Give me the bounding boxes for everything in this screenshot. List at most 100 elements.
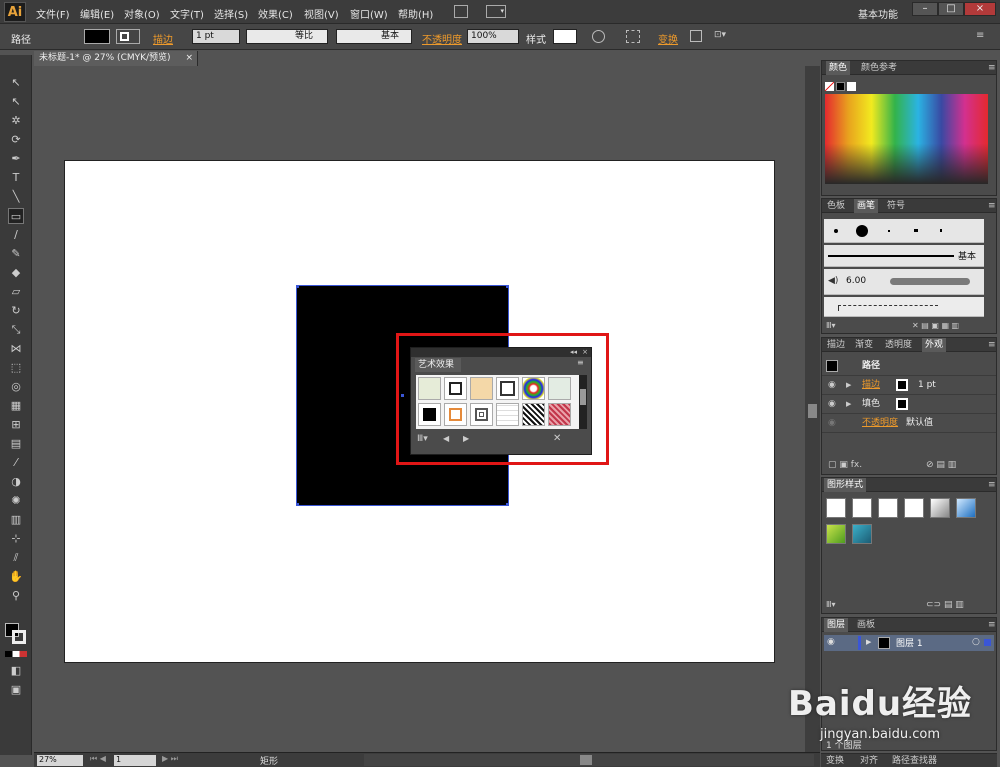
column-graph-icon[interactable]: ▥ <box>8 512 24 528</box>
next-library-icon[interactable]: ▶ <box>463 434 469 443</box>
maximize-button[interactable]: □ <box>938 2 964 16</box>
pencil-icon[interactable]: ✎ <box>8 246 24 262</box>
brush-library-icon[interactable]: Ⅲ▾ <box>826 321 836 330</box>
shape-builder-icon[interactable]: ◎ <box>8 379 24 395</box>
expand-triangle-icon[interactable]: ▶ <box>866 638 871 646</box>
type-tool-icon[interactable]: T <box>8 170 24 186</box>
layer-target-icon[interactable]: ○ <box>972 637 980 647</box>
appearance-opacity-row[interactable]: ◉ 不透明度 默认值 <box>822 414 996 433</box>
rotate-tool-icon[interactable]: ↻ <box>8 303 24 319</box>
stroke-color-box[interactable] <box>12 630 26 644</box>
variable-width-profile[interactable]: 等比 <box>246 29 328 44</box>
document-tab[interactable]: 未标题-1* @ 27% (CMYK/预览) × <box>34 51 198 66</box>
scale-tool-icon[interactable]: ⤡ <box>8 322 24 338</box>
graphic-style-swatch[interactable] <box>930 498 950 518</box>
art-effects-tab[interactable]: 艺术效果 <box>415 358 461 372</box>
horizontal-scrollbar[interactable] <box>364 754 814 766</box>
line-tool-icon[interactable]: ╲ <box>8 189 24 205</box>
appearance-fill-row[interactable]: ◉ ▶ 填色 <box>822 395 996 414</box>
brush-definition[interactable]: 基本 <box>336 29 412 44</box>
pen-tool-icon[interactable]: ✒ <box>8 151 24 167</box>
graphic-style-swatch[interactable] <box>956 498 976 518</box>
panel-menu-icon[interactable]: ≡ <box>577 358 584 367</box>
options-icon[interactable]: ⊡▾ <box>714 30 730 42</box>
opacity-label-link[interactable]: 不透明度 <box>422 31 462 46</box>
screen-mode-icon[interactable]: ▣ <box>8 682 24 698</box>
tab-color-guide[interactable]: 颜色参考 <box>858 61 900 75</box>
graphic-style-library-icon[interactable]: Ⅲ▾ <box>826 600 836 609</box>
artboard-tool-icon[interactable]: ⊹ <box>8 531 24 547</box>
stroke-label-link[interactable]: 描边 <box>153 31 173 46</box>
art-brush-row[interactable]: ◀) 6.00 <box>824 269 984 295</box>
vertical-scroll-thumb[interactable] <box>808 404 817 418</box>
layer-row[interactable]: ◉ ▶ 图层 1 ○ <box>824 635 994 651</box>
appearance-stroke-swatch[interactable] <box>896 379 908 391</box>
direct-selection-tool-icon[interactable]: ↖ <box>8 94 24 110</box>
visibility-eye-icon[interactable]: ◉ <box>828 414 836 433</box>
control-panel-menu-icon[interactable]: ≡ <box>976 30 984 41</box>
drawing-mode-icon[interactable]: ◧ <box>8 663 24 679</box>
appearance-stroke-value[interactable]: 1 pt <box>918 376 936 395</box>
tab-color[interactable]: 颜色 <box>826 61 851 75</box>
vertical-scrollbar[interactable] <box>805 66 820 752</box>
expand-triangle-icon[interactable]: ▶ <box>846 395 851 414</box>
brush-swatch[interactable] <box>418 377 441 400</box>
brush-swatch[interactable] <box>418 403 441 426</box>
slice-tool-icon[interactable]: ⫽ <box>8 550 24 566</box>
transform-label-link[interactable]: 变换 <box>658 31 678 46</box>
brush-swatch[interactable] <box>522 403 545 426</box>
brush-swatch[interactable] <box>444 403 467 426</box>
tab-gradient[interactable]: 渐变 <box>852 338 876 352</box>
close-window-button[interactable]: × <box>964 2 996 16</box>
appearance-stroke-label[interactable]: 描边 <box>862 376 880 395</box>
visibility-eye-icon[interactable]: ◉ <box>827 637 835 647</box>
horizontal-scroll-thumb[interactable] <box>580 755 592 765</box>
menu-edit[interactable]: 编辑(E) <box>80 6 114 21</box>
document-tab-close-icon[interactable]: × <box>185 51 193 66</box>
brush-swatch[interactable] <box>496 403 519 426</box>
remove-brush-stroke-icon[interactable]: ✕ <box>553 433 561 444</box>
tab-layers[interactable]: 图层 <box>824 618 849 632</box>
white-swatch[interactable] <box>847 82 856 91</box>
brush-swatch[interactable] <box>444 377 467 400</box>
graphic-style-swatch[interactable] <box>878 498 898 518</box>
color-panel-menu-icon[interactable]: ≡ <box>985 61 999 75</box>
symbol-sprayer-icon[interactable]: ✺ <box>8 493 24 509</box>
art-panel-scroll-thumb[interactable] <box>580 389 586 405</box>
selection-tool-icon[interactable]: ↖ <box>8 75 24 91</box>
free-transform-icon[interactable]: ⬚ <box>8 360 24 376</box>
last-artboard-icon[interactable]: ▶ ⏭ <box>162 754 178 764</box>
layer-selection-indicator[interactable] <box>984 639 991 646</box>
none-swatch[interactable] <box>825 82 834 91</box>
menu-file[interactable]: 文件(F) <box>36 6 70 21</box>
appearance-stroke-row[interactable]: ◉ ▶ 描边 1 pt <box>822 376 996 395</box>
layer-name[interactable]: 图层 1 <box>896 636 923 649</box>
menu-select[interactable]: 选择(S) <box>214 6 248 21</box>
visibility-eye-icon[interactable]: ◉ <box>828 395 836 414</box>
tab-symbols[interactable]: 符号 <box>884 199 908 213</box>
appearance-actions-icons[interactable]: ▢ ▣ fx. <box>828 460 862 470</box>
black-swatch[interactable] <box>836 82 845 91</box>
brushes-panel-menu-icon[interactable]: ≡ <box>985 199 999 213</box>
mesh-tool-icon[interactable]: ⊞ <box>8 417 24 433</box>
graphic-style-swatch[interactable] <box>904 498 924 518</box>
perspective-grid-icon[interactable]: ▦ <box>8 398 24 414</box>
color-spectrum[interactable] <box>825 94 988 184</box>
style-swatch[interactable] <box>553 29 577 44</box>
brush-swatch[interactable] <box>496 377 519 400</box>
align-icon[interactable] <box>626 30 640 43</box>
blob-brush-icon[interactable]: ◆ <box>8 265 24 281</box>
tab-swatches[interactable]: 色板 <box>824 199 848 213</box>
tab-graphic-styles[interactable]: 图形样式 <box>824 478 867 492</box>
stroke-swatch[interactable] <box>116 29 140 44</box>
visibility-eye-icon[interactable]: ◉ <box>828 376 836 395</box>
graphic-style-actions-icons[interactable]: ⊂⊃ ▤ ▥ <box>926 600 964 610</box>
basic-brush-row[interactable]: 基本 <box>824 245 984 267</box>
brush-actions-icons[interactable]: ✕ ▤ ▣ ▦ ▥ <box>912 321 959 330</box>
tab-brushes[interactable]: 画笔 <box>854 199 879 213</box>
previous-library-icon[interactable]: ◀ <box>443 434 449 443</box>
color-mode-buttons[interactable] <box>5 651 27 657</box>
tab-transparency[interactable]: 透明度 <box>882 338 915 352</box>
pattern-brush-row[interactable] <box>824 297 984 317</box>
tab-appearance[interactable]: 外观 <box>922 338 947 352</box>
